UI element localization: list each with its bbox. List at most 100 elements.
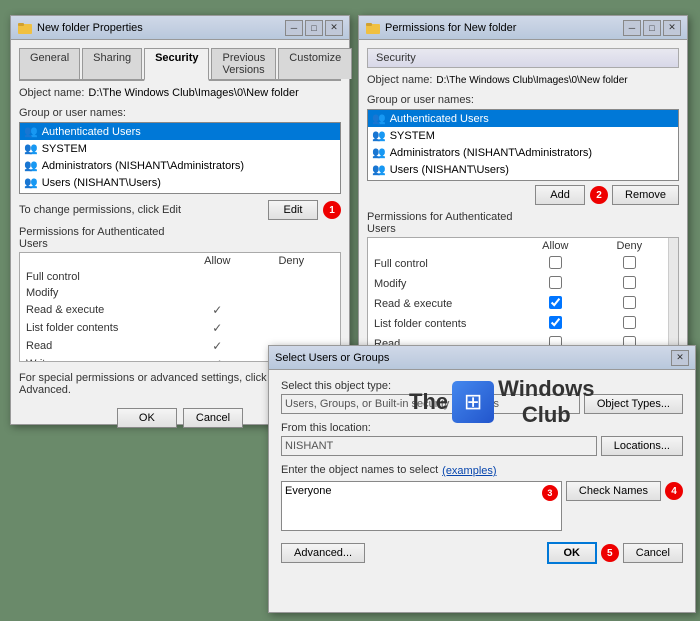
window1-close-btn[interactable]: ✕ (325, 20, 343, 36)
perm-name: Read & execute (368, 294, 518, 314)
object-type-row: Object Types... (281, 394, 683, 414)
window3-ok-cancel: OK 5 Cancel (547, 542, 683, 564)
examples-link[interactable]: (examples) (442, 465, 496, 477)
perm-name: Read & execute (20, 301, 180, 319)
list-item[interactable]: 👥 Users (NISHANT\Users) (20, 174, 340, 191)
perm-deny-checkbox[interactable] (623, 316, 636, 329)
tab-previous-versions[interactable]: Previous Versions (211, 48, 276, 79)
window3-content: The ⊞ WindowsClub Select this object typ… (269, 370, 695, 574)
table-row: Read & execute ✓ (20, 301, 340, 319)
folder-icon (17, 20, 33, 36)
window1-maximize-btn[interactable]: □ (305, 20, 323, 36)
table-row: Read & execute (368, 294, 666, 314)
window3-names-section: Enter the object names to select (exampl… (281, 464, 683, 534)
perm-deny-check[interactable] (593, 274, 666, 294)
list-item[interactable]: 👥 Users (NISHANT\Users) (368, 161, 678, 178)
perm-deny-checkbox[interactable] (623, 256, 636, 269)
perm-allow-check[interactable] (518, 274, 593, 294)
perm-allow-cell (180, 285, 255, 301)
perm-col-deny2: Deny (593, 238, 666, 254)
window3-controls: ✕ (671, 350, 689, 366)
window2-controls: ─ □ ✕ (623, 20, 681, 36)
window2-minimize-btn[interactable]: ─ (623, 20, 641, 36)
perm-deny-checkbox[interactable] (623, 296, 636, 309)
check-names-button[interactable]: Check Names (566, 481, 661, 501)
edit-number-badge: 1 (323, 201, 341, 219)
list-item-label: SYSTEM (42, 143, 87, 155)
window1-edit-note: To change permissions, click Edit (19, 204, 181, 216)
window2-permissions-label: Permissions for AuthenticatedUsers (367, 211, 679, 235)
window2-security-label: Security (376, 52, 416, 64)
names-input-row: Everyone 3 Check Names 4 (281, 481, 683, 534)
object-type-input (281, 394, 580, 414)
window1-object-label: Object name: (19, 87, 84, 99)
folder-icon2 (365, 20, 381, 36)
window3-advanced-button[interactable]: Advanced... (281, 543, 365, 563)
window1-permissions-label: Permissions for AuthenticatedUsers (19, 226, 341, 250)
tab-general[interactable]: General (19, 48, 80, 79)
edit-button[interactable]: Edit (268, 200, 318, 220)
list-item[interactable]: 👥 Authenticated Users (368, 110, 678, 127)
window3-close-btn[interactable]: ✕ (671, 350, 689, 366)
perm-col-name (20, 253, 180, 269)
window1-titlebar: New folder Properties ─ □ ✕ (11, 16, 349, 40)
window2-user-list[interactable]: 👥 Authenticated Users 👥 SYSTEM 👥 Adminis… (367, 109, 679, 181)
window3-ok-button[interactable]: OK (547, 542, 597, 564)
window1-cancel-button[interactable]: Cancel (183, 408, 243, 428)
window2-maximize-btn[interactable]: □ (643, 20, 661, 36)
list-item-label: Users (NISHANT\Users) (390, 164, 509, 176)
window2-permissions-box: Allow Deny Full control Modify (367, 237, 679, 347)
list-item[interactable]: 👥 Administrators (NISHANT\Administrators… (368, 144, 678, 161)
window1-tab-bar: General Sharing Security Previous Versio… (19, 48, 341, 81)
perm-allow-cell (180, 269, 255, 285)
window3-bottom-row: Advanced... OK 5 Cancel (281, 542, 683, 564)
perm-allow-check[interactable] (518, 254, 593, 274)
tab-customize[interactable]: Customize (278, 48, 352, 79)
perm-allow-check[interactable] (518, 314, 593, 334)
window1-controls: ─ □ ✕ (285, 20, 343, 36)
window3-names-label: Enter the object names to select (281, 464, 438, 476)
perm-allow-checkbox[interactable] (549, 296, 562, 309)
perm-deny-cell (255, 269, 328, 285)
list-item[interactable]: 👥 Authenticated Users (20, 123, 340, 140)
window3-cancel-button[interactable]: Cancel (623, 543, 683, 563)
perm-allow-checkbox[interactable] (549, 316, 562, 329)
user-icon: 👥 (24, 176, 38, 189)
remove-button[interactable]: Remove (612, 185, 679, 205)
window1-user-list[interactable]: 👥 Authenticated Users 👥 SYSTEM 👥 Adminis… (19, 122, 341, 194)
tab-sharing[interactable]: Sharing (82, 48, 142, 79)
window2-object-name-row: Object name: D:\The Windows Club\Images\… (367, 74, 679, 86)
window1-minimize-btn[interactable]: ─ (285, 20, 303, 36)
locations-button[interactable]: Locations... (601, 436, 683, 456)
perm-allow-checkbox[interactable] (549, 256, 562, 269)
object-types-button[interactable]: Object Types... (584, 394, 683, 414)
window1-title-text: New folder Properties (37, 22, 143, 34)
list-item-label: Authenticated Users (42, 126, 141, 138)
names-label-row: Enter the object names to select (exampl… (281, 464, 683, 478)
add-button[interactable]: Add (535, 185, 585, 205)
tab-security[interactable]: Security (144, 48, 209, 81)
list-item[interactable]: 👥 SYSTEM (368, 127, 678, 144)
window2-group-label: Group or user names: (367, 94, 679, 106)
perm-deny-cell (255, 285, 328, 301)
window2-close-btn[interactable]: ✕ (663, 20, 681, 36)
window2-security-tab: Security (367, 48, 679, 68)
perm-deny-check[interactable] (593, 314, 666, 334)
perm-allow-checkbox[interactable] (549, 276, 562, 289)
window1-object-name-row: Object name: D:\The Windows Club\Images\… (19, 87, 341, 99)
names-input-container: Everyone 3 (281, 481, 562, 534)
list-item[interactable]: 👥 SYSTEM (20, 140, 340, 157)
perm-col-deny: Deny (255, 253, 328, 269)
perm-deny-check[interactable] (593, 254, 666, 274)
names-textarea[interactable]: Everyone (281, 481, 562, 531)
window1-ok-button[interactable]: OK (117, 408, 177, 428)
table-row: Full control (368, 254, 666, 274)
window3-titlebar: Select Users or Groups ✕ (269, 346, 695, 370)
window2-content: Security Object name: D:\The Windows Clu… (359, 40, 687, 385)
scrollbar[interactable] (668, 238, 678, 346)
list-item[interactable]: 👥 Administrators (NISHANT\Administrators… (20, 157, 340, 174)
perm-deny-check[interactable] (593, 294, 666, 314)
perm-name: Modify (368, 274, 518, 294)
perm-deny-checkbox[interactable] (623, 276, 636, 289)
perm-allow-check[interactable] (518, 294, 593, 314)
